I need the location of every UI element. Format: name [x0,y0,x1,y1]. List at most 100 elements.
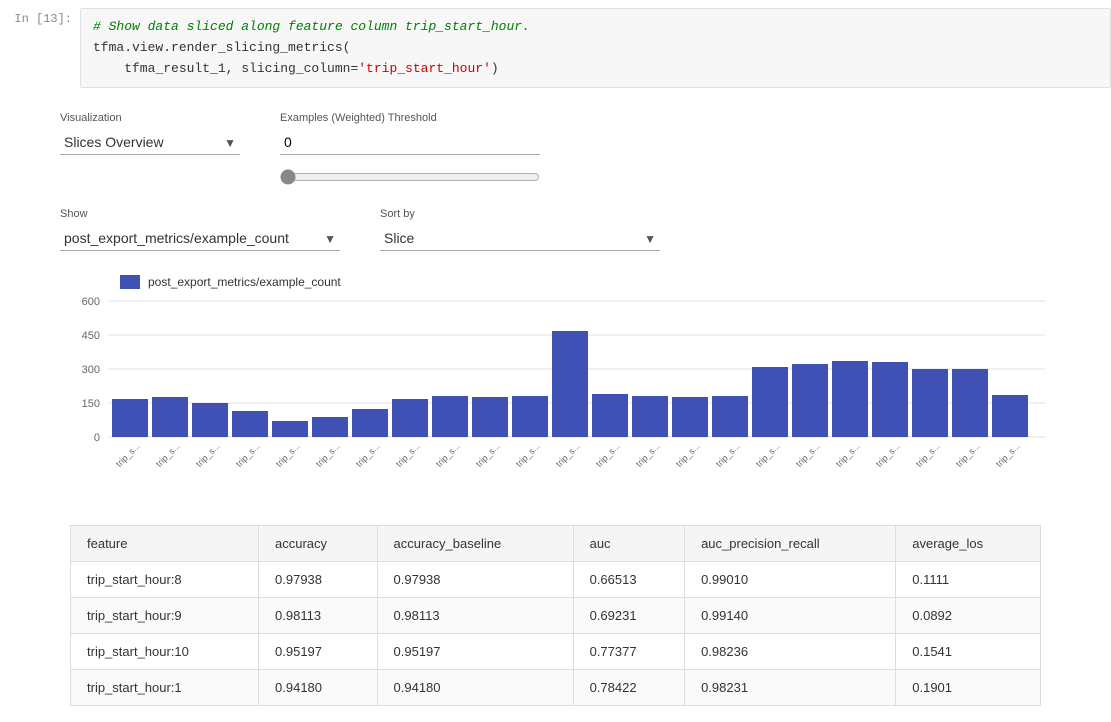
table-cell-3-5: 0.1901 [896,670,1041,706]
table-cell-1-4: 0.99140 [685,598,896,634]
svg-text:trip_s...: trip_s... [234,441,262,469]
svg-text:trip_s...: trip_s... [354,441,382,469]
svg-text:trip_s...: trip_s... [114,441,142,469]
col-header-accuracy: accuracy [259,526,378,562]
table-cell-3-1: 0.94180 [259,670,378,706]
code-line-3: tfma_result_1, slicing_column='trip_star… [93,59,1098,80]
table-cell-2-2: 0.95197 [377,634,573,670]
chart-area: post_export_metrics/example_count 600 45… [60,275,1051,497]
svg-text:trip_s...: trip_s... [314,441,342,469]
show-group: Show post_export_metrics/example_count a… [60,208,340,251]
table-cell-0-4: 0.99010 [685,562,896,598]
table-header-row: feature accuracy accuracy_baseline auc a… [71,526,1041,562]
sort-select[interactable]: Slice Ascending Descending [380,226,660,251]
legend-color-swatch [120,275,140,289]
svg-text:trip_s...: trip_s... [194,441,222,469]
table-cell-2-0: trip_start_hour:10 [71,634,259,670]
col-header-feature: feature [71,526,259,562]
col-header-auc-precision-recall: auc_precision_recall [685,526,896,562]
svg-text:600: 600 [82,297,100,308]
table-cell-1-1: 0.98113 [259,598,378,634]
table-row: trip_start_hour:10.941800.941800.784220.… [71,670,1041,706]
legend-label: post_export_metrics/example_count [148,275,341,289]
svg-text:trip_s...: trip_s... [514,441,542,469]
visualization-label: Visualization [60,112,240,124]
svg-text:trip_s...: trip_s... [594,441,622,469]
svg-text:450: 450 [82,330,100,342]
svg-text:150: 150 [82,398,100,410]
col-header-accuracy-baseline: accuracy_baseline [377,526,573,562]
svg-text:trip_s...: trip_s... [954,441,982,469]
table-cell-0-5: 0.1111 [896,562,1041,598]
table-cell-0-3: 0.66513 [573,562,684,598]
table-cell-0-0: trip_start_hour:8 [71,562,259,598]
visualization-dropdown-wrapper: Slices Overview Metrics Histogram ▼ [60,130,240,155]
svg-text:trip_s...: trip_s... [154,441,182,469]
code-comment: # Show data sliced along feature column … [93,19,530,34]
sort-dropdown-wrapper: Slice Ascending Descending ▼ [380,226,660,251]
controls-row-1: Visualization Slices Overview Metrics Hi… [60,112,1051,188]
col-header-auc: auc [573,526,684,562]
svg-text:trip_s...: trip_s... [434,441,462,469]
table-cell-0-2: 0.97938 [377,562,573,598]
svg-text:trip_s...: trip_s... [874,441,902,469]
table-cell-3-4: 0.98231 [685,670,896,706]
svg-text:trip_s...: trip_s... [634,441,662,469]
svg-text:300: 300 [82,364,100,376]
table-cell-2-4: 0.98236 [685,634,896,670]
svg-text:trip_s...: trip_s... [674,441,702,469]
threshold-label: Examples (Weighted) Threshold [280,112,540,124]
svg-text:trip_s...: trip_s... [274,441,302,469]
table-cell-1-0: trip_start_hour:9 [71,598,259,634]
table-cell-3-0: trip_start_hour:1 [71,670,259,706]
code-paren: ) [491,61,499,76]
svg-text:trip_s...: trip_s... [914,441,942,469]
table-cell-1-5: 0.0892 [896,598,1041,634]
visualization-group: Visualization Slices Overview Metrics Hi… [60,112,240,155]
table-cell-2-5: 0.1541 [896,634,1041,670]
svg-text:trip_s...: trip_s... [474,441,502,469]
svg-text:trip_s...: trip_s... [994,441,1022,469]
show-dropdown-wrapper: post_export_metrics/example_count accura… [60,226,340,251]
table-cell-2-1: 0.95197 [259,634,378,670]
slider-container [280,169,540,188]
table-cell-3-2: 0.94180 [377,670,573,706]
table-wrapper: feature accuracy accuracy_baseline auc a… [70,517,1041,706]
cell-label: In [13]: [0,8,80,26]
code-string: 'trip_start_hour' [358,61,491,76]
sort-group: Sort by Slice Ascending Descending ▼ [380,208,660,251]
code-line-2: tfma.view.render_slicing_metrics( [93,38,1098,59]
controls-row-2: Show post_export_metrics/example_count a… [60,208,1051,251]
code-block: # Show data sliced along feature column … [80,8,1111,88]
table-row: trip_start_hour:100.951970.951970.773770… [71,634,1041,670]
table-row: trip_start_hour:90.981130.981130.692310.… [71,598,1041,634]
table-cell-2-3: 0.77377 [573,634,684,670]
table-cell-3-3: 0.78422 [573,670,684,706]
table-cell-1-3: 0.69231 [573,598,684,634]
col-header-average-loss: average_los [896,526,1041,562]
code-cell: In [13]: # Show data sliced along featur… [0,0,1111,96]
threshold-slider[interactable] [280,169,540,185]
visualization-select[interactable]: Slices Overview Metrics Histogram [60,130,240,155]
table-cell-0-1: 0.97938 [259,562,378,598]
chart-legend: post_export_metrics/example_count [120,275,1051,289]
threshold-group: Examples (Weighted) Threshold [280,112,540,188]
svg-text:0: 0 [94,432,100,444]
svg-text:trip_s...: trip_s... [834,441,862,469]
svg-text:trip_s...: trip_s... [394,441,422,469]
widget-area: Visualization Slices Overview Metrics Hi… [0,96,1111,722]
code-text-indent: tfma_result_1, slicing_column= [93,61,358,76]
threshold-input[interactable] [280,130,540,155]
sort-label: Sort by [380,208,660,220]
show-label: Show [60,208,340,220]
svg-text:trip_s...: trip_s... [714,441,742,469]
table-row: trip_start_hour:80.979380.979380.665130.… [71,562,1041,598]
code-line-1: # Show data sliced along feature column … [93,17,1098,38]
table-cell-1-2: 0.98113 [377,598,573,634]
code-text: tfma.view.render_slicing_metrics( [93,40,350,55]
chart-container: 600 450 300 150 0 [70,297,1051,497]
svg-text:trip_s...: trip_s... [554,441,582,469]
show-select[interactable]: post_export_metrics/example_count accura… [60,226,340,251]
svg-text:trip_s...: trip_s... [754,441,782,469]
data-table: feature accuracy accuracy_baseline auc a… [70,525,1041,706]
